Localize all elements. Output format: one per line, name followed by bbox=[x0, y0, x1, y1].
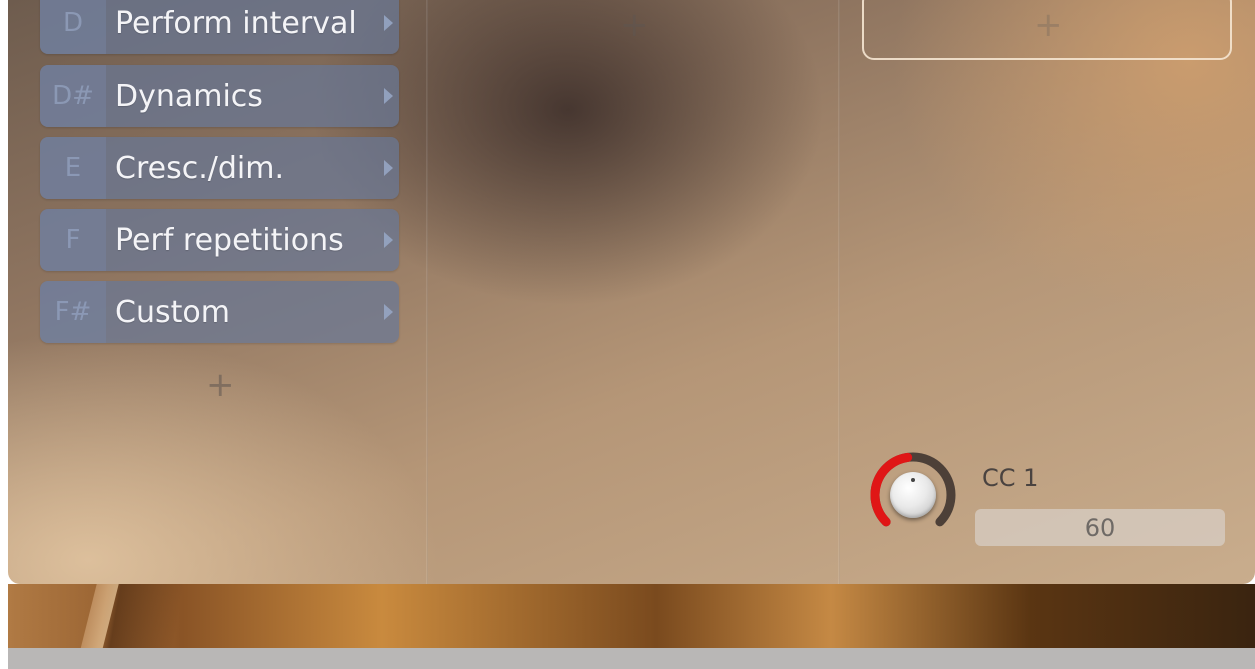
trigger-note: E bbox=[40, 137, 106, 199]
submenu-arrow-icon[interactable] bbox=[384, 88, 393, 104]
trigger-note: D# bbox=[40, 65, 106, 127]
cc-label: CC 1 bbox=[982, 464, 1039, 492]
cc1-knob[interactable] bbox=[866, 452, 962, 542]
articulation-label: Perform interval bbox=[115, 5, 357, 41]
trigger-note: F# bbox=[40, 281, 106, 343]
cc-value-field[interactable]: 60 bbox=[975, 509, 1225, 546]
submenu-arrow-icon[interactable] bbox=[384, 160, 393, 176]
articulation-slot-cresc-dim[interactable]: E Cresc./dim. bbox=[40, 137, 399, 199]
footer-bar bbox=[8, 648, 1255, 669]
column-divider bbox=[838, 0, 840, 584]
articulation-slot-perf-repetitions[interactable]: F Perf repetitions bbox=[40, 209, 399, 271]
add-slot-icon[interactable]: + bbox=[1034, 8, 1063, 42]
submenu-arrow-icon[interactable] bbox=[384, 232, 393, 248]
articulation-slot-dynamics[interactable]: D# Dynamics bbox=[40, 65, 399, 127]
add-articulation-icon[interactable]: + bbox=[206, 368, 235, 402]
column-divider bbox=[426, 0, 428, 584]
submenu-arrow-icon[interactable] bbox=[384, 304, 393, 320]
articulation-slot-perform-interval[interactable]: D Perform interval bbox=[40, 0, 399, 54]
submenu-arrow-icon[interactable] bbox=[384, 15, 393, 31]
articulation-label: Dynamics bbox=[115, 78, 263, 114]
trigger-note: D bbox=[40, 0, 106, 54]
trigger-note: F bbox=[40, 209, 106, 271]
knob-indicator bbox=[911, 478, 915, 482]
cc-value: 60 bbox=[1084, 513, 1116, 542]
articulation-label: Perf repetitions bbox=[115, 222, 344, 258]
articulation-label: Custom bbox=[115, 294, 230, 330]
articulation-slot-custom[interactable]: F# Custom bbox=[40, 281, 399, 343]
add-slot-icon[interactable]: + bbox=[620, 8, 649, 42]
background-artwork bbox=[8, 584, 1255, 648]
articulation-label: Cresc./dim. bbox=[115, 150, 284, 186]
